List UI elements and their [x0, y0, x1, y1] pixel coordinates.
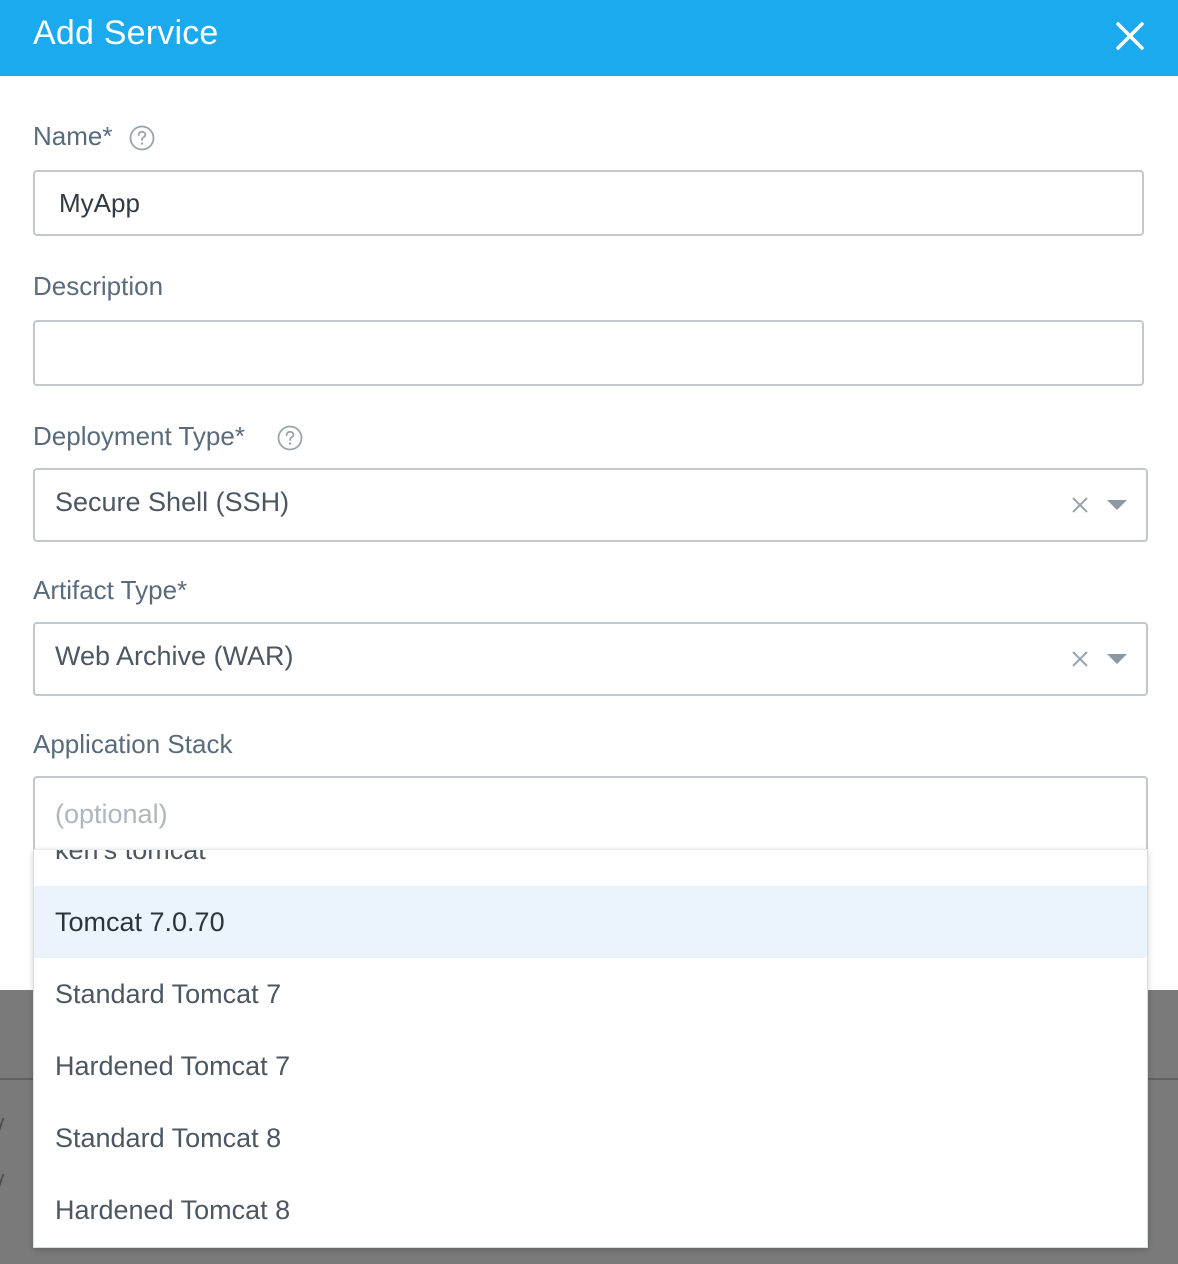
deployment-type-value: Secure Shell (SSH): [55, 487, 290, 517]
deployment-type-label: Deployment Type*: [33, 421, 245, 451]
clear-x-icon[interactable]: [1067, 646, 1093, 672]
clear-x-icon[interactable]: [1067, 492, 1093, 518]
close-button[interactable]: [1106, 12, 1154, 60]
help-circle-icon[interactable]: [129, 125, 155, 151]
dropdown-list: ken's tomcat Tomcat 7.0.70 Standard Tomc…: [34, 850, 1147, 1246]
dropdown-option[interactable]: Standard Tomcat 8: [34, 1102, 1147, 1174]
deployment-type-select[interactable]: Secure Shell (SSH): [33, 468, 1148, 542]
dropdown-option-highlighted[interactable]: Tomcat 7.0.70: [34, 886, 1147, 958]
caret-down-icon[interactable]: [1106, 652, 1128, 666]
artifact-type-label: Artifact Type*: [33, 575, 188, 605]
description-input[interactable]: [33, 320, 1144, 386]
help-circle-icon[interactable]: [277, 425, 303, 451]
background-glyph: [0, 1174, 11, 1188]
name-label: Name*: [33, 121, 113, 151]
application-stack-label: Application Stack: [33, 729, 233, 759]
modal-title: Add Service: [33, 14, 219, 52]
application-stack-dropdown[interactable]: ken's tomcat Tomcat 7.0.70 Standard Tomc…: [33, 849, 1148, 1248]
name-input[interactable]: [33, 170, 1144, 236]
description-label: Description: [33, 271, 164, 301]
dropdown-option[interactable]: ken's tomcat: [34, 850, 1147, 886]
background-glyph: [0, 1118, 11, 1132]
dropdown-option[interactable]: Hardened Tomcat 7: [34, 1030, 1147, 1102]
close-icon: [1116, 22, 1144, 50]
caret-down-icon[interactable]: [1106, 498, 1128, 512]
artifact-type-select[interactable]: Web Archive (WAR): [33, 622, 1148, 696]
modal-header: Add Service: [0, 0, 1178, 76]
application-stack-input[interactable]: [33, 776, 1148, 850]
dropdown-option[interactable]: Standard Tomcat 7: [34, 958, 1147, 1030]
dropdown-option[interactable]: Hardened Tomcat 8: [34, 1174, 1147, 1246]
artifact-type-value: Web Archive (WAR): [55, 641, 294, 671]
